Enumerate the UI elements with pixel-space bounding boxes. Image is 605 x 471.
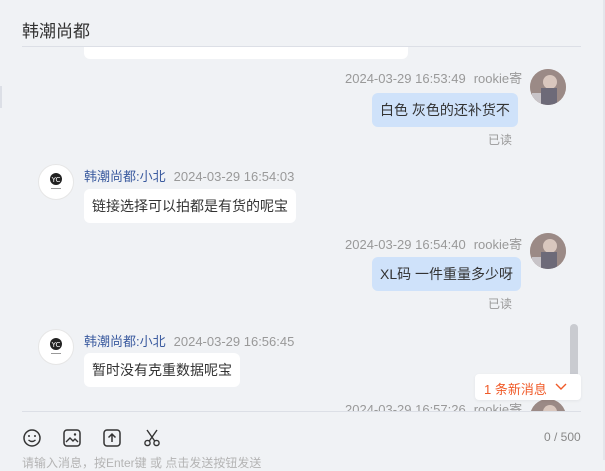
shop-avatar[interactable]: YC xyxy=(38,164,74,200)
message-time: 2024-03-29 16:53:49 xyxy=(345,71,466,86)
emoji-icon[interactable] xyxy=(22,428,42,448)
message-meta: 韩潮尚都:小北 2024-03-29 16:54:03 xyxy=(84,166,294,185)
message-time: 2024-03-29 16:57:26 xyxy=(345,402,466,411)
message-input[interactable]: 请输入消息，按Enter键 或 点击发送按钮发送 xyxy=(22,454,261,471)
shop-avatar[interactable]: YC xyxy=(38,329,74,365)
previous-message-bubble xyxy=(84,47,408,59)
message-bubble[interactable]: XL码 一件重量多少呀 xyxy=(372,257,522,291)
sender-name: rookie寄 xyxy=(473,237,523,252)
sender-name: rookie寄 xyxy=(473,71,523,86)
character-counter: 0 / 500 xyxy=(544,430,581,444)
user-avatar[interactable] xyxy=(530,69,566,105)
message-meta: 2024-03-29 16:53:49 rookie寄 xyxy=(345,68,522,87)
sender-name: 韩潮尚都:小北 xyxy=(84,334,166,349)
image-icon[interactable] xyxy=(62,428,82,448)
new-message-label: 1 条新消息 xyxy=(484,382,547,397)
chat-header: 韩潮尚都 xyxy=(0,0,605,47)
new-message-notice[interactable]: 1 条新消息 xyxy=(475,374,581,400)
message-meta: 2024-03-29 16:54:40 rookie寄 xyxy=(345,234,522,253)
user-avatar[interactable] xyxy=(530,233,566,269)
upload-icon[interactable] xyxy=(102,428,122,448)
message-meta: 2024-03-29 16:57:26 rookie寄 xyxy=(345,399,522,411)
sender-name: 韩潮尚都:小北 xyxy=(84,169,166,184)
chevron-down-icon xyxy=(555,378,567,397)
message-time: 2024-03-29 16:56:45 xyxy=(173,334,295,349)
message-meta: 韩潮尚都:小北 2024-03-29 16:56:45 xyxy=(84,331,294,350)
message-bubble[interactable]: 白色 灰色的还补货不 xyxy=(372,93,518,127)
input-toolbar: 0 / 500 请输入消息，按Enter键 或 点击发送按钮发送 xyxy=(0,412,603,470)
svg-text:YC: YC xyxy=(51,176,61,184)
scissors-icon[interactable] xyxy=(142,428,162,448)
chat-title: 韩潮尚都 xyxy=(22,22,90,41)
message-bubble[interactable]: 链接选择可以拍都是有货的呢宝 xyxy=(84,189,296,223)
read-status: 已读 xyxy=(488,133,513,147)
message-time: 2024-03-29 16:54:40 xyxy=(345,237,466,252)
user-avatar[interactable] xyxy=(530,399,566,411)
read-status: 已读 xyxy=(488,297,513,311)
svg-text:YC: YC xyxy=(51,341,61,349)
message-list[interactable]: 2024-03-29 16:53:49 rookie寄 白色 灰色的还补货不 已读… xyxy=(0,47,603,411)
message-bubble[interactable]: 暂时没有克重数据呢宝 xyxy=(84,353,240,387)
sender-name: rookie寄 xyxy=(473,402,523,411)
message-time: 2024-03-29 16:54:03 xyxy=(173,169,295,184)
